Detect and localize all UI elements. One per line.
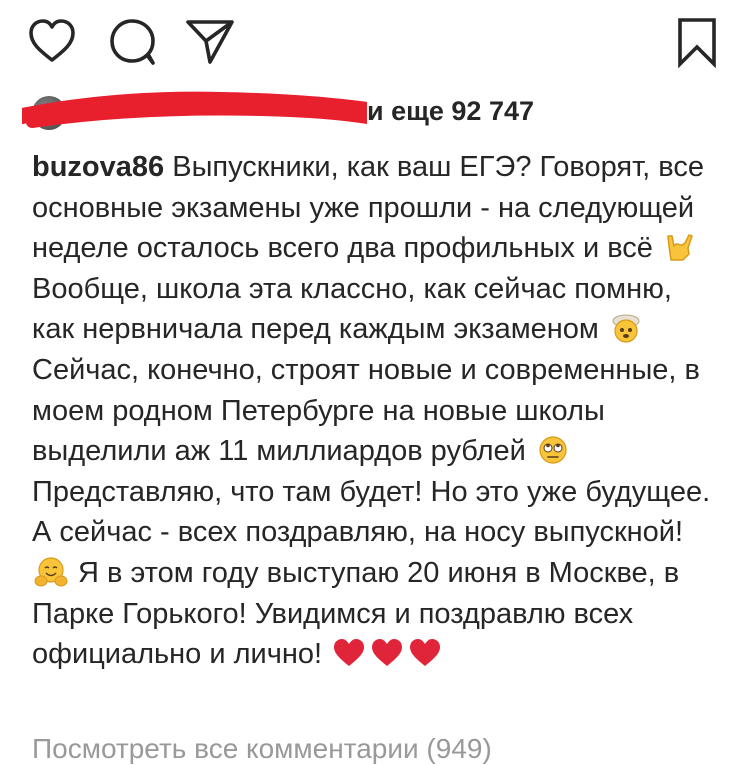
- red-heart-emoji-icon: [332, 638, 366, 668]
- hugging-face-emoji-icon: [34, 557, 68, 587]
- eye-roll-emoji-icon: [536, 435, 570, 465]
- view-all-comments-link[interactable]: Посмотреть все комментарии (949): [32, 733, 492, 765]
- caption-text-part-3: Сейчас, конечно, строят новые и современ…: [32, 353, 700, 468]
- caption-username[interactable]: buzova86: [32, 151, 164, 183]
- bookmark-icon[interactable]: [676, 16, 718, 68]
- likes-count[interactable]: и еще 92 747: [367, 96, 534, 127]
- action-bar: [0, 12, 737, 72]
- caption-text-part-2: Вообще, школа эта классно, как сейчас по…: [32, 272, 672, 346]
- exploding-head-emoji-icon: [609, 313, 643, 343]
- red-heart-emoji-icon: [408, 638, 442, 668]
- red-redaction-scribble: [22, 91, 367, 128]
- caption-text-part-4: Представляю, что там будет! Но это уже б…: [32, 475, 711, 549]
- likes-row: и еще 92 747: [22, 90, 722, 140]
- post-caption: buzova86 Выпускники, как ваш ЕГЭ? Говоря…: [32, 147, 722, 675]
- comment-icon[interactable]: [108, 17, 158, 67]
- like-heart-icon[interactable]: [27, 18, 77, 64]
- rock-on-hand-emoji-icon: [663, 232, 697, 262]
- red-heart-emoji-icon: [370, 638, 404, 668]
- share-icon[interactable]: [184, 17, 236, 67]
